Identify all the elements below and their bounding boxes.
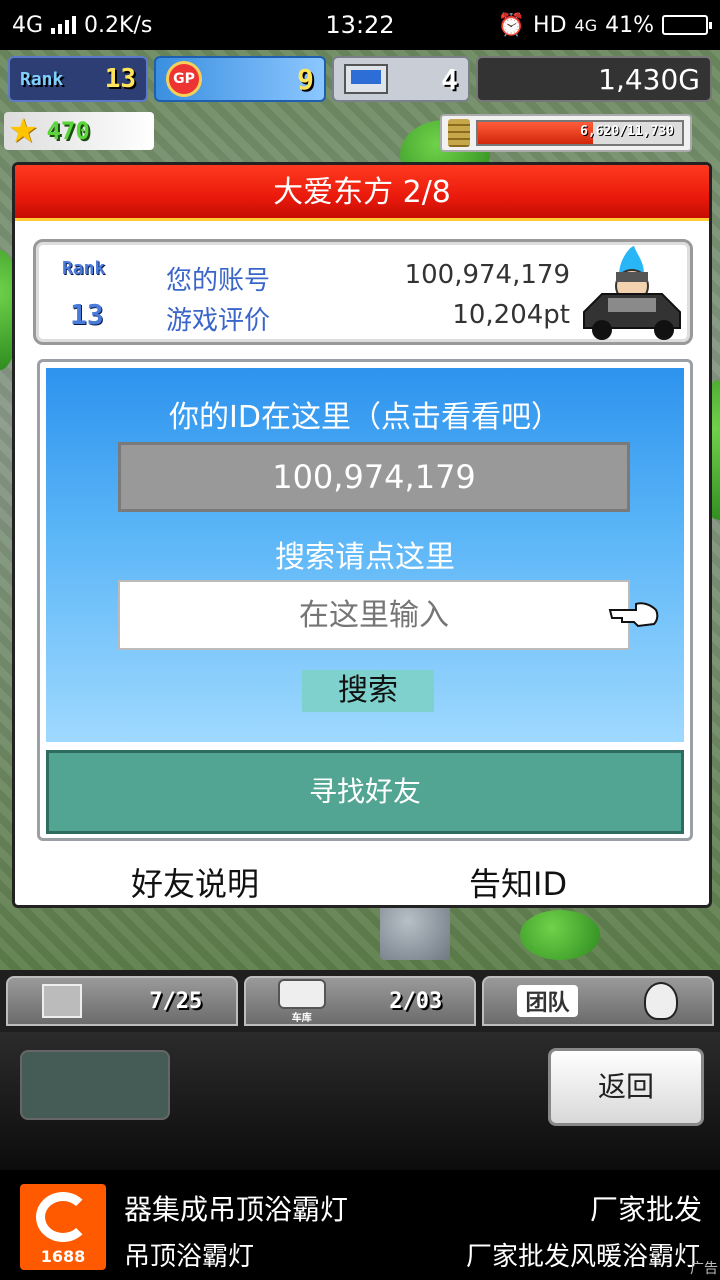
tab-team-label: 团队 bbox=[517, 985, 578, 1017]
tell-id-link[interactable]: 告知ID bbox=[469, 859, 567, 905]
battery-icon bbox=[662, 15, 712, 35]
friend-help-link[interactable]: 好友说明 bbox=[131, 859, 259, 905]
star-value: 470 bbox=[46, 117, 90, 145]
id-search-panel: 你的ID在这里（点击看看吧） 100,974,179 搜索请点这里 搜索 寻找好… bbox=[37, 359, 693, 841]
bottom-panel: 返回 bbox=[0, 1032, 720, 1170]
empty-slot[interactable] bbox=[20, 1050, 170, 1120]
account-rank-value: 13 bbox=[70, 298, 104, 331]
pc-value: 4 bbox=[441, 62, 458, 96]
computer-icon bbox=[344, 64, 388, 94]
garage-icon: 车库 bbox=[277, 978, 326, 1024]
clock: 13:22 bbox=[325, 11, 395, 39]
search-button[interactable]: 搜索 bbox=[302, 670, 434, 712]
ad-logo: 1688 bbox=[20, 1184, 106, 1270]
star-icon: ★ bbox=[8, 111, 39, 151]
back-button[interactable]: 返回 bbox=[548, 1048, 704, 1126]
player-id-field[interactable]: 100,974,179 bbox=[118, 442, 630, 512]
ad-line2-left: 吊顶浴霸灯 bbox=[124, 1242, 255, 1272]
account-label: 您的账号 bbox=[166, 266, 271, 296]
box-icon bbox=[41, 984, 82, 1018]
account-card: Rank 13 您的账号 100,974,179 游戏评价 10,204pt bbox=[33, 239, 693, 345]
game-tab-bar: 7/25 车库 2/03 团队 bbox=[0, 970, 720, 1032]
rank-display[interactable]: Rank 13 bbox=[8, 56, 148, 102]
search-heading: 搜索请点这里 bbox=[275, 540, 455, 575]
gp-display[interactable]: GP 9 bbox=[154, 56, 326, 102]
hud-secondary: ★ 470 6,620/11,730 bbox=[0, 108, 720, 154]
ad-tag: 广告 bbox=[690, 1261, 718, 1277]
pc-display[interactable]: 4 bbox=[332, 56, 470, 102]
tab-team[interactable]: 团队 bbox=[482, 976, 714, 1026]
coin-icon bbox=[448, 119, 470, 147]
tab-garage[interactable]: 车库 2/03 bbox=[244, 976, 476, 1026]
tab-items[interactable]: 7/25 bbox=[6, 976, 238, 1026]
player-car-icon bbox=[583, 246, 681, 340]
ad-line1-right: 厂家批发 bbox=[589, 1193, 702, 1226]
coin-value: 6,620/11,730 bbox=[580, 124, 674, 139]
network-speed: 0.2K/s bbox=[84, 12, 153, 38]
rank-value: 13 bbox=[104, 64, 136, 94]
hd-indicator: HD bbox=[533, 12, 567, 38]
coin-display[interactable]: 6,620/11,730 bbox=[440, 114, 692, 152]
ad-line1-left: 器集成吊顶浴霸灯 bbox=[124, 1193, 349, 1226]
gp-icon: GP bbox=[166, 61, 202, 97]
tab-items-count: 7/25 bbox=[149, 988, 203, 1014]
dialog-title: 大爱东方 2/8 bbox=[15, 165, 709, 221]
status-bar: 4G 0.2K/s 13:22 ⏰ HD 4G 41% bbox=[0, 0, 720, 50]
ad-banner[interactable]: 1688 器集成吊顶浴霸灯 厂家批发 吊顶浴霸灯 厂家批发风暖浴霸灯 广告 bbox=[0, 1170, 720, 1280]
network-type: 4G bbox=[12, 12, 44, 38]
battery-percent: 41% bbox=[605, 12, 654, 38]
rank-label: Rank bbox=[20, 68, 64, 90]
account-rank-label: Rank bbox=[62, 258, 106, 279]
rating-value: 10,204pt bbox=[452, 300, 570, 330]
find-friends-button[interactable]: 寻找好友 bbox=[46, 750, 684, 834]
account-value: 100,974,179 bbox=[404, 260, 570, 290]
friend-dialog: 大爱东方 2/8 Rank 13 您的账号 100,974,179 游戏评价 1… bbox=[12, 162, 712, 908]
signal-icon bbox=[51, 16, 77, 34]
alarm-icon: ⏰ bbox=[497, 12, 526, 38]
tab-garage-label: 车库 bbox=[291, 1012, 312, 1024]
tab-garage-count: 2/03 bbox=[389, 988, 443, 1014]
network-type-2: 4G bbox=[574, 15, 598, 35]
star-display[interactable]: ★ 470 bbox=[4, 111, 154, 151]
coin-progress-bar: 6,620/11,730 bbox=[476, 120, 684, 146]
ad-line2-right: 厂家批发风暖浴霸灯 bbox=[465, 1242, 700, 1272]
search-area: 你的ID在这里（点击看看吧） 100,974,179 搜索请点这里 搜索 bbox=[46, 368, 684, 742]
rating-label: 游戏评价 bbox=[166, 306, 271, 336]
search-input[interactable] bbox=[118, 580, 630, 650]
money-display: 1,430G bbox=[476, 56, 712, 102]
ad-logo-text: 1688 bbox=[40, 1247, 86, 1266]
id-heading: 你的ID在这里（点击看看吧） bbox=[169, 400, 561, 435]
gp-value: 9 bbox=[297, 62, 314, 96]
pointing-hand-icon bbox=[608, 602, 659, 628]
top-hud: Rank 13 GP 9 4 1,430G bbox=[0, 52, 720, 104]
character-icon bbox=[644, 982, 679, 1020]
